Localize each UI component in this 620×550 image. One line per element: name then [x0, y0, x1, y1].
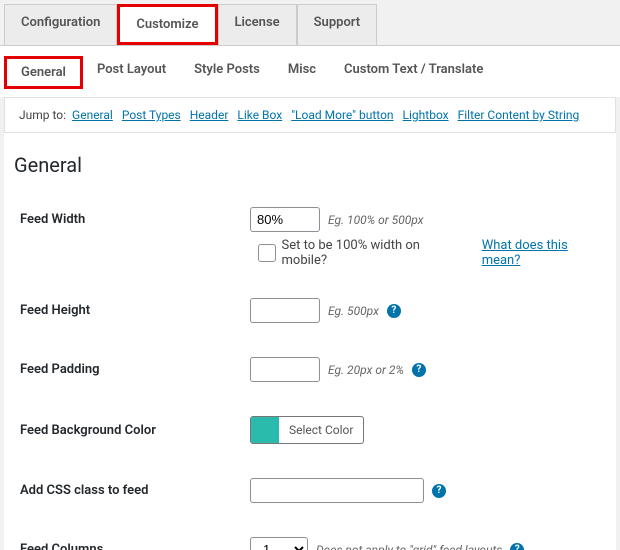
- tab-license[interactable]: License: [218, 4, 297, 45]
- row-bg-color: Feed Background Color Select Color: [14, 404, 606, 466]
- help-icon[interactable]: ?: [387, 304, 401, 318]
- css-class-input[interactable]: [250, 478, 424, 503]
- jump-header[interactable]: Header: [190, 108, 229, 122]
- feed-columns-hint: Does not apply to "grid" feed layouts: [316, 543, 502, 550]
- sub-tabs: General Post Layout Style Posts Misc Cus…: [0, 45, 620, 97]
- color-picker[interactable]: Select Color: [250, 416, 364, 444]
- jump-post-types[interactable]: Post Types: [122, 108, 181, 122]
- jump-filter-content[interactable]: Filter Content by String: [458, 108, 580, 122]
- subtab-style-posts[interactable]: Style Posts: [180, 56, 274, 89]
- row-feed-padding: Feed Padding Eg. 20px or 2% ?: [14, 345, 606, 404]
- feed-columns-label: Feed Columns: [14, 542, 250, 550]
- bg-color-label: Feed Background Color: [14, 423, 250, 438]
- subtab-general[interactable]: General: [4, 56, 83, 89]
- feed-columns-select[interactable]: 1: [250, 537, 308, 550]
- tab-customize[interactable]: Customize: [117, 4, 217, 45]
- mobile-width-text: Set to be 100% width on mobile?: [282, 238, 464, 268]
- row-mobile-width: Set to be 100% width on mobile? What doe…: [258, 238, 606, 268]
- row-feed-height: Feed Height Eg. 500px ?: [14, 286, 606, 345]
- settings-panel: General Feed Width Eg. 100% or 500px Set…: [4, 133, 616, 550]
- feed-padding-label: Feed Padding: [14, 362, 250, 377]
- jump-general[interactable]: General: [72, 108, 113, 122]
- color-swatch: [251, 417, 279, 443]
- feed-padding-hint: Eg. 20px or 2%: [328, 363, 404, 377]
- jump-load-more[interactable]: "Load More" button: [291, 108, 393, 122]
- jump-like-box[interactable]: Like Box: [237, 108, 282, 122]
- jump-to-bar: Jump to: General Post Types Header Like …: [4, 97, 616, 133]
- main-tabs: Configuration Customize License Support: [0, 0, 620, 45]
- tab-configuration[interactable]: Configuration: [4, 4, 117, 45]
- help-icon[interactable]: ?: [432, 484, 446, 498]
- feed-padding-input[interactable]: [250, 357, 320, 382]
- select-color-button[interactable]: Select Color: [279, 423, 363, 437]
- help-icon[interactable]: ?: [510, 543, 524, 550]
- row-feed-columns: Feed Columns 1 Does not apply to "grid" …: [14, 525, 606, 550]
- mobile-width-link[interactable]: What does this mean?: [482, 238, 606, 268]
- mobile-width-checkbox[interactable]: [258, 244, 276, 262]
- feed-width-label: Feed Width: [14, 212, 250, 227]
- row-css-class: Add CSS class to feed ?: [14, 466, 606, 525]
- subtab-custom-text[interactable]: Custom Text / Translate: [330, 56, 497, 89]
- css-class-label: Add CSS class to feed: [14, 483, 250, 498]
- tab-support[interactable]: Support: [297, 4, 378, 45]
- feed-height-hint: Eg. 500px: [328, 304, 379, 318]
- section-heading: General: [14, 153, 606, 177]
- jump-label: Jump to:: [19, 108, 66, 122]
- feed-height-input[interactable]: [250, 298, 320, 323]
- subtab-post-layout[interactable]: Post Layout: [83, 56, 180, 89]
- jump-lightbox[interactable]: Lightbox: [403, 108, 449, 122]
- feed-height-label: Feed Height: [14, 303, 250, 318]
- feed-width-input[interactable]: [250, 207, 320, 232]
- help-icon[interactable]: ?: [412, 363, 426, 377]
- feed-width-hint: Eg. 100% or 500px: [328, 213, 424, 227]
- subtab-misc[interactable]: Misc: [274, 56, 330, 89]
